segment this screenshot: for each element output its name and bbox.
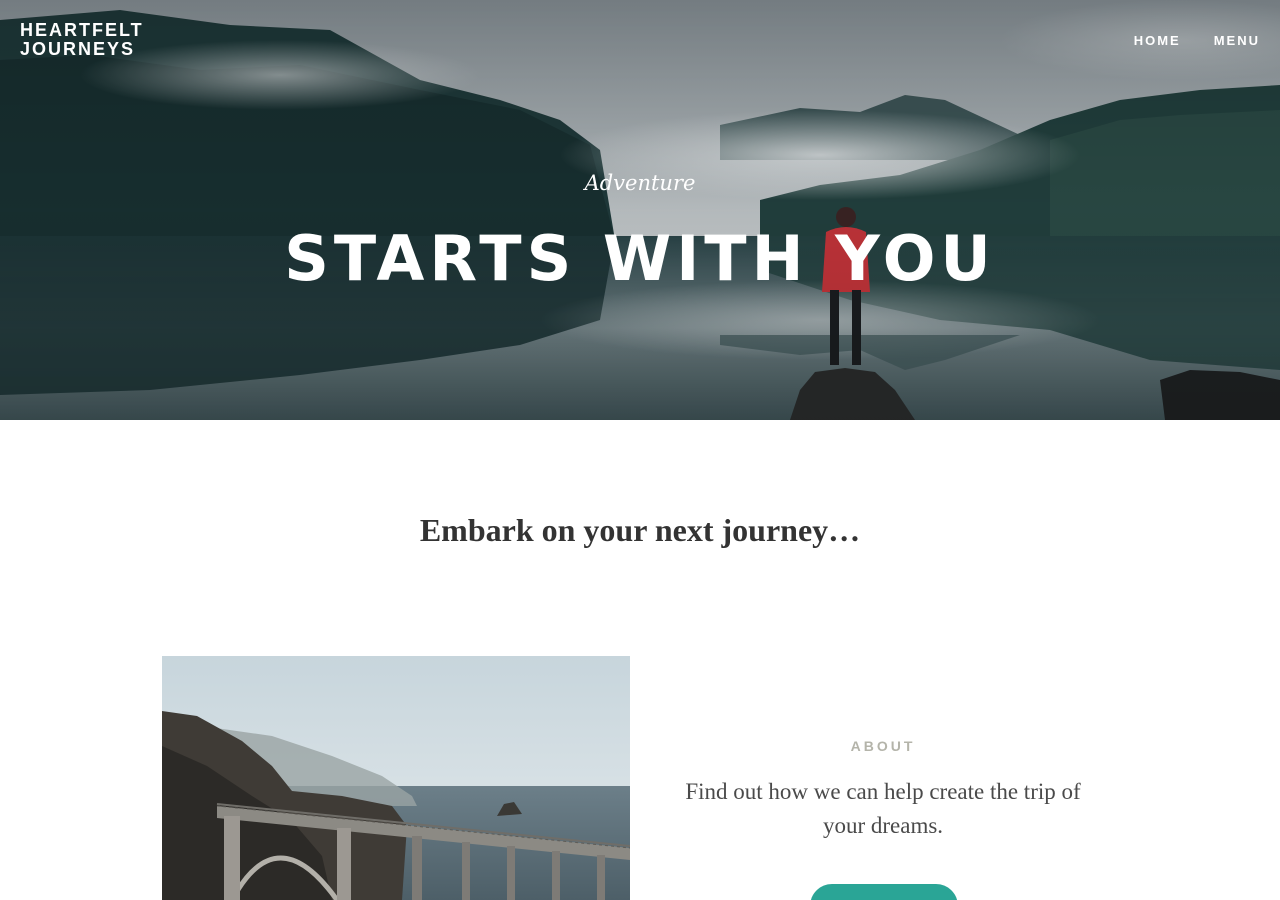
nav-item-home[interactable]: HOME [1134,33,1181,48]
about-label: ABOUT [850,738,916,754]
hero-kicker: Adventure [584,171,696,195]
about-section: ABOUT Find out how we can help create th… [680,738,1086,843]
hero-title: STARTS WITH YOU [284,222,996,295]
about-text: Find out how we can help create the trip… [685,779,1081,838]
intro-tagline: Embark on your next journey… [419,512,861,548]
main-nav: HOME MENU [1134,33,1260,48]
logo-line-1: HEARTFELT [20,20,144,40]
nav-item-menu[interactable]: MENU [1214,33,1260,48]
site-logo[interactable]: HEARTFELT JOURNEYS [20,21,144,59]
logo-line-2: JOURNEYS [20,39,136,59]
about-button[interactable] [810,884,958,900]
hero-banner: HEARTFELT JOURNEYS HOME MENU Adventure S… [0,0,1280,420]
bridge-coast-image [162,656,630,900]
hero-landscape-image [0,0,1280,420]
